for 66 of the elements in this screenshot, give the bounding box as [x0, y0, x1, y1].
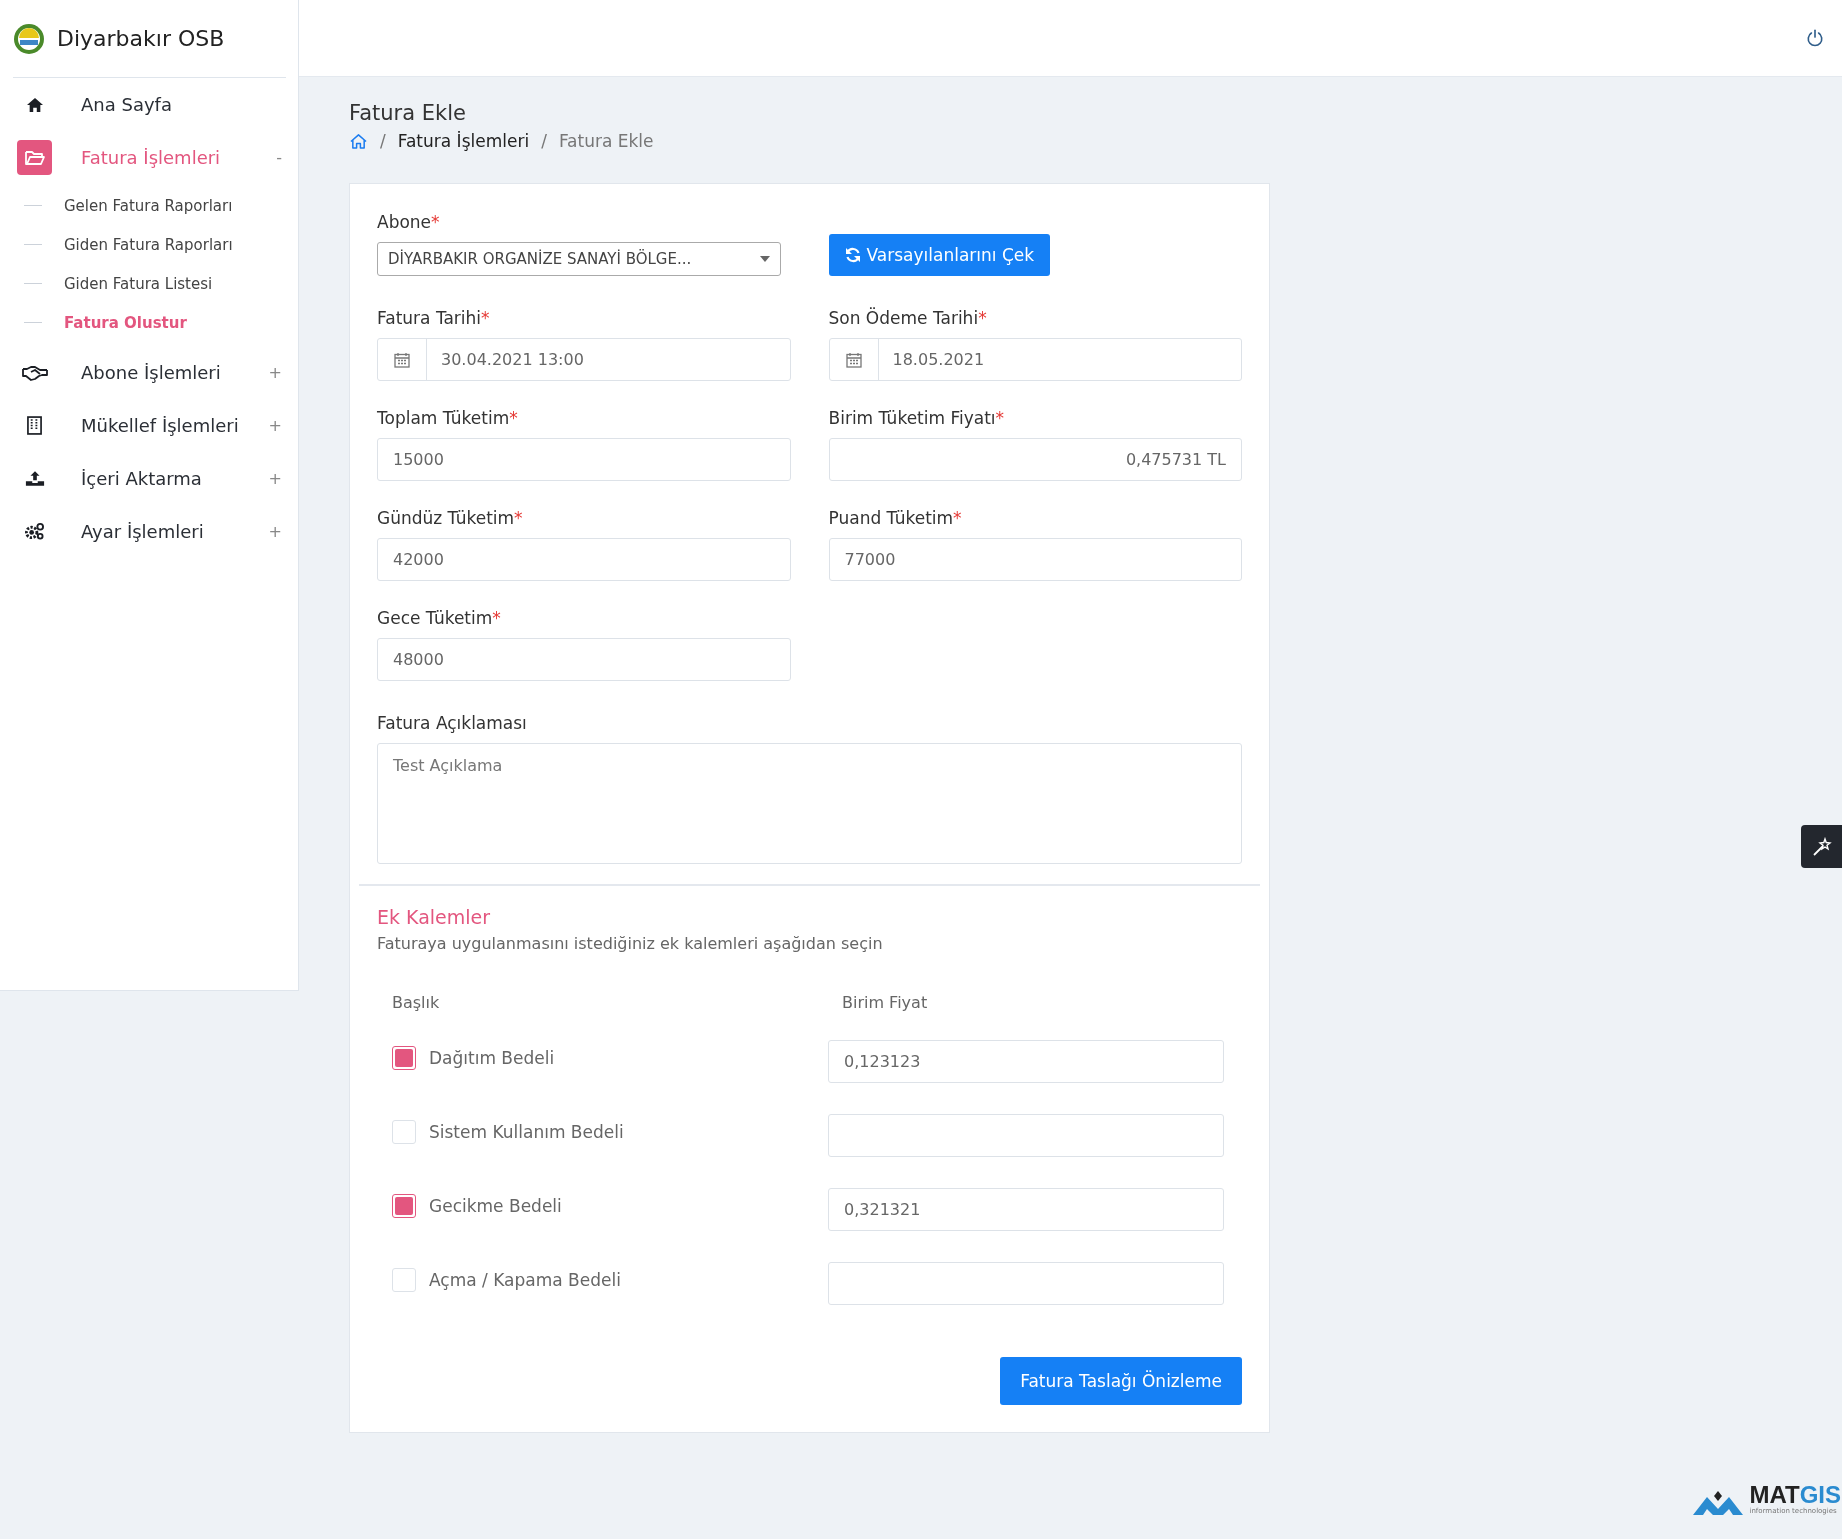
field-label: Puand Tüketim* — [828, 508, 963, 528]
column-header: Birim Fiyat — [842, 993, 928, 1012]
sidebar-item[interactable]: Fatura İşlemleri - — [0, 131, 298, 184]
submenu-item[interactable]: Gelen Fatura Raporları — [64, 196, 233, 215]
section-title: Ek Kalemler — [377, 906, 492, 928]
subscriber-dropdown[interactable]: DİYARBAKIR ORGANİZE SANAYİ BÖLGE... — [377, 242, 781, 276]
item-label: Gecikme Bedeli — [429, 1195, 562, 1216]
price-field[interactable] — [828, 1114, 1224, 1157]
power-icon[interactable] — [1806, 29, 1824, 47]
preview-button[interactable]: Fatura Taslağı Önizleme — [1000, 1357, 1242, 1405]
handshake-icon — [21, 364, 48, 381]
sidebar-item[interactable]: Ana Sayfa — [0, 78, 298, 131]
field-label: Fatura Açıklaması — [377, 713, 528, 733]
price-field[interactable] — [828, 1262, 1224, 1305]
breadcrumb-separator: / — [380, 131, 386, 151]
input-field[interactable]: 15000 — [377, 438, 791, 481]
checkbox[interactable] — [392, 1193, 416, 1218]
input-field[interactable]: 0,475731 TL — [828, 438, 1242, 481]
sidebar-item[interactable]: Mükellef İşlemleri + — [0, 399, 298, 452]
building-icon — [27, 416, 42, 435]
submenu-item[interactable]: Giden Fatura Raporları — [64, 235, 233, 254]
magic-wand-icon — [1811, 836, 1832, 857]
field-label: Son Ödeme Tarihi* — [828, 308, 988, 328]
item-label: Dağıtım Bedeli — [429, 1047, 555, 1068]
folder-icon — [23, 148, 46, 167]
input-field[interactable]: 77000 — [828, 538, 1242, 581]
brand-name: Diyarbakır OSB — [57, 26, 225, 51]
home-icon[interactable] — [349, 132, 368, 150]
sidebar-item[interactable]: İçeri Aktarma + — [0, 452, 298, 505]
calendar-icon — [394, 351, 410, 368]
side-tool-tab[interactable] — [1801, 825, 1842, 868]
breadcrumb-item: Fatura Ekle — [558, 131, 654, 151]
input-field[interactable]: 48000 — [377, 638, 791, 681]
caret-icon — [760, 256, 770, 262]
field-label: Abone* — [377, 212, 441, 232]
input-field[interactable]: 42000 — [377, 538, 791, 581]
price-field[interactable]: 0,321321 — [828, 1188, 1224, 1231]
submenu-item[interactable]: Fatura Olustur — [64, 313, 187, 332]
field-label: Gece Tüketim* — [377, 608, 502, 628]
checkbox[interactable] — [392, 1045, 416, 1070]
calendar-icon — [845, 351, 862, 368]
submenu-item[interactable]: Giden Fatura Listesi — [64, 274, 213, 293]
gears-icon — [24, 522, 45, 541]
description-textarea[interactable]: Test Açıklama — [377, 743, 1242, 864]
column-header: Başlık — [391, 993, 441, 1012]
price-field[interactable]: 0,123123 — [828, 1040, 1224, 1083]
upload-icon — [24, 470, 45, 487]
section-description: Faturaya uygulanmasını istediğiniz ek kalemleri aşağıdan seçin — [377, 934, 884, 953]
page-title: Fatura Ekle — [349, 101, 467, 125]
breadcrumb-item[interactable]: Fatura İşlemleri — [397, 131, 530, 151]
refresh-icon — [844, 247, 861, 263]
item-label: Sistem Kullanım Bedeli — [429, 1121, 624, 1142]
sidebar-item[interactable]: Abone İşlemleri + — [0, 346, 298, 399]
breadcrumb-separator: / — [541, 131, 547, 151]
home-icon — [25, 96, 44, 113]
date-field[interactable]: 30.04.2021 13:00 — [377, 338, 791, 381]
emblem-logo-icon — [13, 22, 45, 55]
load-defaults-button[interactable]: Varsayılanlarını Çek — [828, 234, 1051, 276]
date-field[interactable]: 18.05.2021 — [828, 338, 1242, 381]
sidebar-item[interactable]: Ayar İşlemleri + — [0, 505, 298, 558]
field-label: Gündüz Tüketim* — [377, 508, 524, 528]
field-label: Fatura Tarihi* — [377, 308, 491, 328]
item-label: Açma / Kapama Bedeli — [429, 1269, 621, 1290]
logo-wordmark: MATGIS — [1749, 1483, 1841, 1507]
field-label: Birim Tüketim Fiyatı* — [828, 408, 1006, 428]
field-label: Toplam Tüketim* — [377, 408, 519, 428]
